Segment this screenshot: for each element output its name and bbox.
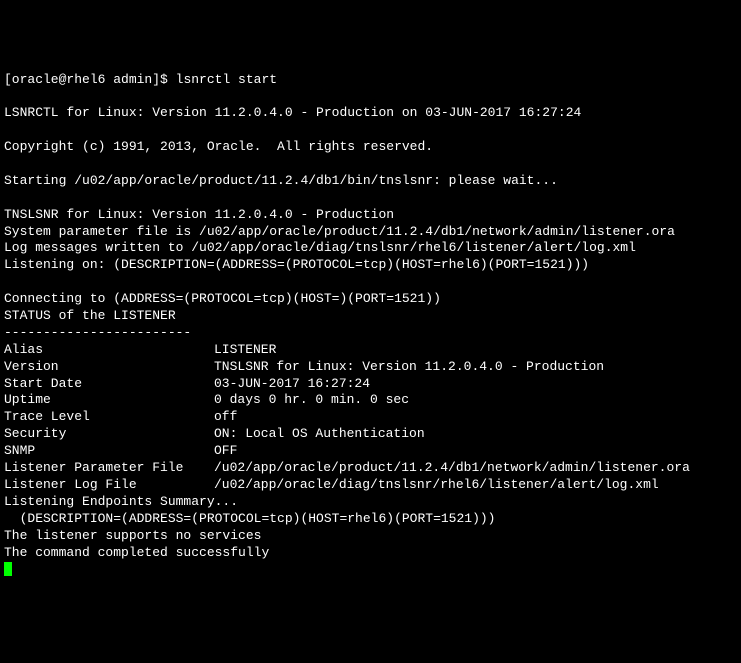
status-header-line: STATUS of the LISTENER — [4, 308, 176, 323]
status-label: Start Date — [4, 376, 214, 393]
status-version-row: VersionTNSLSNR for Linux: Version 11.2.0… — [4, 359, 737, 376]
status-value: /u02/app/oracle/product/11.2.4/db1/netwo… — [214, 460, 690, 475]
status-label: Security — [4, 426, 214, 443]
status-uptime-row: Uptime0 days 0 hr. 0 min. 0 sec — [4, 392, 737, 409]
status-label: SNMP — [4, 443, 214, 460]
connecting-line: Connecting to (ADDRESS=(PROTOCOL=tcp)(HO… — [4, 291, 441, 306]
status-label: Trace Level — [4, 409, 214, 426]
endpoints-summary-line: Listening Endpoints Summary... — [4, 494, 238, 509]
status-paramfile-row: Listener Parameter File/u02/app/oracle/p… — [4, 460, 737, 477]
status-alias-row: AliasLISTENER — [4, 342, 737, 359]
status-value: 0 days 0 hr. 0 min. 0 sec — [214, 392, 409, 407]
command-text: lsnrctl start — [176, 72, 277, 87]
listening-on-line: Listening on: (DESCRIPTION=(ADDRESS=(PRO… — [4, 257, 589, 272]
starting-line: Starting /u02/app/oracle/product/11.2.4/… — [4, 173, 558, 188]
prompt-line: [oracle@rhel6 admin]$ lsnrctl start — [4, 72, 277, 87]
status-value: LISTENER — [214, 342, 276, 357]
status-label: Version — [4, 359, 214, 376]
status-logfile-row: Listener Log File/u02/app/oracle/diag/tn… — [4, 477, 737, 494]
status-label: Uptime — [4, 392, 214, 409]
separator-line: ------------------------ — [4, 325, 191, 340]
status-value: 03-JUN-2017 16:27:24 — [214, 376, 370, 391]
status-label: Listener Parameter File — [4, 460, 214, 477]
prompt-userhost: [oracle@rhel6 admin]$ — [4, 72, 168, 87]
status-label: Listener Log File — [4, 477, 214, 494]
status-tracelevel-row: Trace Leveloff — [4, 409, 737, 426]
tnslsnr-version-line: TNSLSNR for Linux: Version 11.2.0.4.0 - … — [4, 207, 394, 222]
cursor-block — [4, 562, 12, 576]
status-value: TNSLSNR for Linux: Version 11.2.0.4.0 - … — [214, 359, 604, 374]
status-value: ON: Local OS Authentication — [214, 426, 425, 441]
status-value: /u02/app/oracle/diag/tnslsnr/rhel6/liste… — [214, 477, 659, 492]
param-file-line: System parameter file is /u02/app/oracle… — [4, 224, 675, 239]
status-snmp-row: SNMPOFF — [4, 443, 737, 460]
version-header-line: LSNRCTL for Linux: Version 11.2.0.4.0 - … — [4, 105, 581, 120]
status-label: Alias — [4, 342, 214, 359]
log-messages-line: Log messages written to /u02/app/oracle/… — [4, 240, 636, 255]
status-value: off — [214, 409, 237, 424]
endpoints-description-line: (DESCRIPTION=(ADDRESS=(PROTOCOL=tcp)(HOS… — [4, 511, 495, 526]
terminal-output[interactable]: [oracle@rhel6 admin]$ lsnrctl start LSNR… — [4, 72, 737, 579]
copyright-line: Copyright (c) 1991, 2013, Oracle. All ri… — [4, 139, 433, 154]
status-startdate-row: Start Date03-JUN-2017 16:27:24 — [4, 376, 737, 393]
no-services-line: The listener supports no services — [4, 528, 261, 543]
completed-line: The command completed successfully — [4, 545, 269, 560]
status-value: OFF — [214, 443, 237, 458]
status-security-row: SecurityON: Local OS Authentication — [4, 426, 737, 443]
